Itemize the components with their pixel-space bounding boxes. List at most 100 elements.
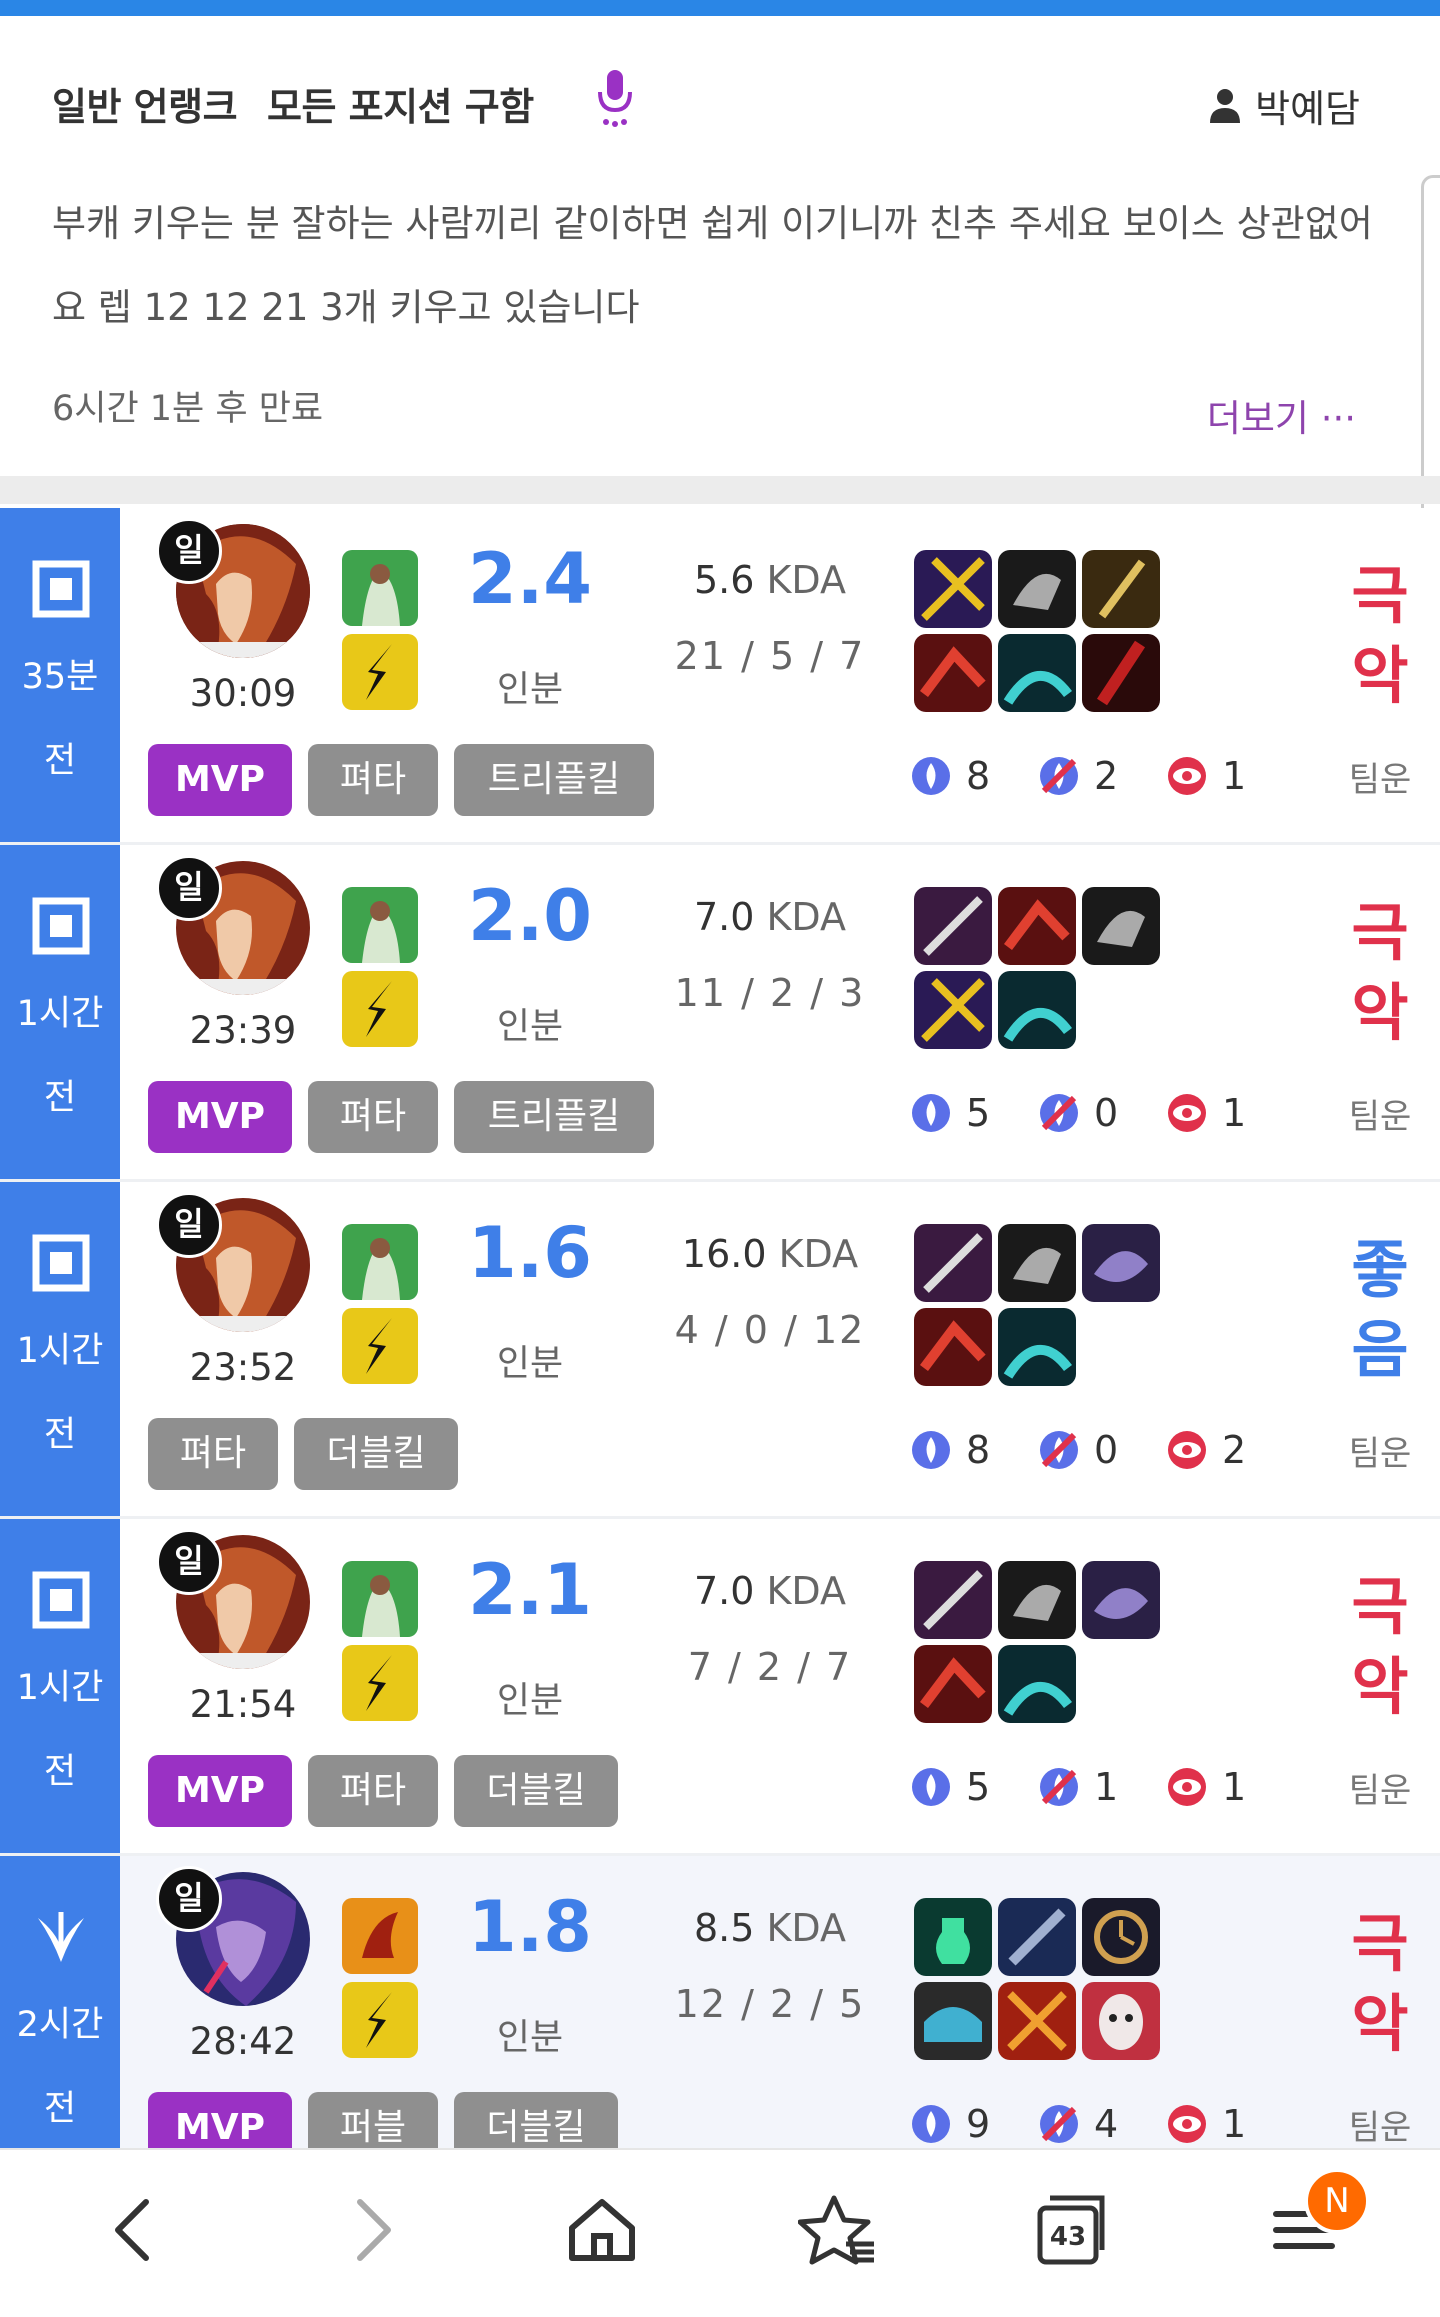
ward-destroyed-icon (1040, 1768, 1078, 1806)
wards-destroyed: 2 (1038, 754, 1118, 798)
team-luck-label: 팀운 (1348, 760, 1412, 800)
microphone-icon (598, 70, 632, 127)
team-luck-label: 팀운 (1348, 2108, 1412, 2148)
flash-spell-icon (342, 1982, 418, 2058)
wards-destroyed: 0 (1038, 1428, 1118, 1472)
team-luck-verdict: 극악 (1351, 896, 1409, 1049)
item-icon (998, 1561, 1076, 1639)
score-value: 2.4 (467, 538, 592, 620)
wards-destroyed: 1 (1038, 1765, 1118, 1809)
score-label: 인분 (496, 2017, 564, 2058)
match-row[interactable]: 35분 전 일 30:09 2.4 인분 5.6 KDA 21 / 5 / 7 … (0, 508, 1440, 845)
ghost-spell-icon (342, 1224, 418, 1300)
flash-spell-icon (342, 971, 418, 1047)
ward-destroyed-icon (1040, 2105, 1078, 2143)
aram-queue-icon (38, 1912, 84, 1962)
game-duration: 30:09 (189, 672, 297, 715)
achievement-badge: 더블킬 (294, 1418, 458, 1490)
score-value: 2.0 (467, 875, 592, 957)
vision-score: 2 (1166, 1428, 1246, 1472)
score-label: 인분 (496, 1006, 564, 1047)
match-row[interactable]: 1시간 전 일 23:52 1.6 인분 16.0 KDA 4 / 0 / 12… (0, 1182, 1440, 1519)
game-duration: 28:42 (189, 2020, 297, 2063)
item-icon (998, 1898, 1076, 1976)
flash-spell-icon (342, 1308, 418, 1384)
item-icon (914, 1308, 992, 1386)
score-value: 2.1 (467, 1549, 592, 1631)
user-icon (1210, 88, 1241, 123)
kda-ratio: 16.0 KDA (650, 1232, 890, 1276)
normal-queue-icon (32, 560, 90, 618)
eye-icon (1168, 757, 1206, 795)
item-icon (998, 1645, 1076, 1723)
match-row[interactable]: 1시간 전 일 23:39 2.0 인분 7.0 KDA 11 / 2 / 3 … (0, 845, 1440, 1182)
kda-line: 11 / 2 / 3 (674, 971, 866, 1015)
ward-icon (912, 1094, 950, 1132)
item-icon (1082, 1224, 1160, 1302)
item-icon (998, 550, 1076, 628)
vision-score: 1 (1166, 754, 1246, 798)
kda-ratio-value: 7.0 (693, 895, 755, 939)
kda-ratio-value: 5.6 (693, 558, 755, 602)
eye-icon (1168, 1094, 1206, 1132)
wards-placed: 5 (910, 1765, 990, 1809)
home-button[interactable] (562, 2190, 642, 2270)
team-luck-label: 팀운 (1348, 1771, 1412, 1811)
match-row[interactable]: 1시간 전 일 21:54 2.1 인분 7.0 KDA 7 / 2 / 7 M… (0, 1519, 1440, 1856)
team-luck-verdict: 극악 (1351, 1907, 1409, 2060)
item-icon (1082, 550, 1160, 628)
kda-unit: KDA (766, 895, 847, 939)
item-icon (1082, 1982, 1160, 2060)
achievement-badge: 펴타 (148, 1418, 278, 1490)
match-ago-suffix: 전 (43, 2089, 77, 2129)
match-row[interactable]: 2시간 전 일 28:42 1.8 인분 8.5 KDA 12 / 2 / 5 … (0, 1856, 1440, 2193)
ward-icon (912, 2105, 950, 2143)
eye-icon (1168, 1431, 1206, 1469)
item-icon (998, 634, 1076, 712)
item-icon (914, 634, 992, 712)
achievement-badge: 펴타 (308, 1755, 438, 1827)
team-luck-verdict: 좋음 (1351, 1233, 1409, 1386)
match-ago: 1시간 (16, 1668, 104, 1708)
post-description: 부캐 키우는 분 잘하는 사람끼리 같이하면 쉽게 이기니까 친추 주세요 보이… (52, 202, 1373, 329)
vision-score: 1 (1166, 1091, 1246, 1135)
forward-icon (357, 2199, 391, 2261)
team-luck-label: 팀운 (1348, 1434, 1412, 1474)
queue-type: 일반 언랭크 (52, 85, 238, 129)
kda-ratio: 8.5 KDA (650, 1906, 890, 1950)
ward-destroyed-icon (1040, 1431, 1078, 1469)
kda-unit: KDA (766, 1906, 847, 1950)
game-duration: 23:52 (189, 1346, 297, 1389)
bookmarks-button[interactable] (797, 2190, 878, 2270)
tabs-count: 43 (1049, 2222, 1087, 2252)
match-ago-suffix: 전 (43, 741, 77, 781)
champion-tag: 일 (156, 1529, 222, 1595)
champion-tag: 일 (156, 518, 222, 584)
match-ago: 2시간 (16, 2005, 104, 2045)
mvp-badge: MVP (148, 1081, 292, 1153)
recruit-position: 모든 포지션 구함 (267, 85, 534, 129)
game-duration: 21:54 (189, 1683, 297, 1726)
vision-score: 1 (1166, 2102, 1246, 2146)
more-link[interactable]: 더보기 ··· (1207, 388, 1356, 442)
wards-destroyed: 4 (1038, 2102, 1118, 2146)
match-side: 35분 전 (0, 508, 120, 842)
item-icon (914, 887, 992, 965)
back-button[interactable] (96, 2190, 176, 2270)
author[interactable]: 박예담 (1209, 78, 1360, 133)
bookmarks-icon (797, 2195, 874, 2265)
browser-bottom-nav: 43 (0, 2148, 1440, 2317)
kda-ratio-value: 16.0 (681, 1232, 767, 1276)
ward-destroyed-icon (1040, 757, 1078, 795)
ward-icon (912, 757, 950, 795)
tabs-button[interactable]: 43 (1030, 2190, 1110, 2270)
match-side: 1시간 전 (0, 1182, 120, 1516)
wards-placed: 8 (910, 754, 990, 798)
achievement-badge: 펴타 (308, 1081, 438, 1153)
item-icon (1082, 1898, 1160, 1976)
forward-button[interactable] (330, 2190, 410, 2270)
match-ago: 35분 (21, 657, 99, 697)
score-value: 1.8 (467, 1886, 592, 1968)
ignite-spell-icon (342, 1898, 418, 1974)
item-icon (914, 1645, 992, 1723)
